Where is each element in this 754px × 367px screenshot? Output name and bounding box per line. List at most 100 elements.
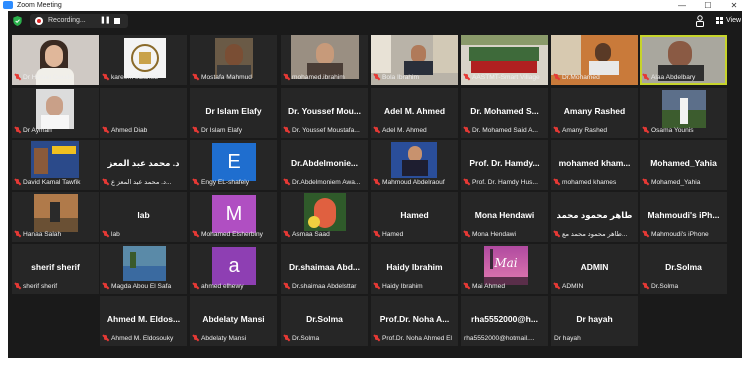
participant-name: rha5552000@hotmail.... (464, 335, 535, 342)
participant-name-bar: Prof.Dr. Noha Ahmed El ... (373, 334, 454, 344)
participant-tile-david-kamal-tawfik[interactable]: David Kamal Tawfik (12, 140, 99, 190)
participant-name: Dr Hanan Gouda (23, 74, 73, 81)
participant-tile-abdelaty-mansi[interactable]: Abdelaty Mansi Abdelaty Mansi (190, 296, 277, 346)
participant-tile-adel-m-ahmed[interactable]: Adel M. Ahmed Adel M. Ahmed (371, 88, 458, 138)
muted-mic-icon (463, 126, 471, 135)
participant-tile-mai-ahmed[interactable]: Mai Mai Ahmed (461, 244, 548, 294)
participant-name-bar: Dr Islam Elafy (192, 126, 273, 136)
participant-display-name: sherif sherif (31, 262, 80, 272)
participant-name: Dr.shaimaa Abdelsttar (292, 283, 357, 290)
participant-tile-engy-el-shafeiy[interactable]: E Engy EL-shafeiy (190, 140, 277, 190)
participant-tile-hanaa-salah[interactable]: Hanaa Salah (12, 192, 99, 242)
participant-tile-kareem-elzahed[interactable]: kareem elzahed (100, 35, 187, 85)
participant-tile-hamed[interactable]: Hamed Hamed (371, 192, 458, 242)
participant-name-bar: Adel M. Ahmed (373, 126, 454, 136)
view-button[interactable]: View (716, 14, 741, 28)
participant-tile-dr-mohamed-said-a[interactable]: Dr. Mohamed S... Dr. Mohamed Said A... (461, 88, 548, 138)
muted-mic-icon (192, 334, 200, 343)
participant-name: Asmaa Saad (292, 231, 330, 238)
participant-name-bar: Dr Hanan Gouda (14, 73, 95, 83)
participant-tile-mohamed-elsherbiny[interactable]: M Mohamed Elsherbiny (190, 192, 277, 242)
participant-tile-prof-dr-hamdy-hus[interactable]: Prof. Dr. Hamdy... Prof. Dr. Hamdy Hus... (461, 140, 548, 190)
record-icon (35, 17, 43, 25)
video-feed (308, 216, 320, 228)
participant-tile-dr-hanan-gouda[interactable]: Dr Hanan Gouda (12, 35, 99, 85)
participant-display-name: rha5552000@h... (471, 314, 538, 324)
participant-tile-dr-abdelmoniem-awa[interactable]: Dr.Abdelmonie... Dr.Abdelmoniem Awa... (281, 140, 368, 190)
participant-name: Prof.Dr. Noha Ahmed El ... (382, 335, 454, 342)
participant-tile-prof-dr-noha-ahmed-el[interactable]: Prof.Dr. Noha A... Prof.Dr. Noha Ahmed El… (371, 296, 458, 346)
participant-tile-dr-shaimaa-abdelsttar[interactable]: Dr.shaimaa Abd... Dr.shaimaa Abdelsttar (281, 244, 368, 294)
participant-tile-osama-younis[interactable]: Osama Younis (640, 88, 727, 138)
participant-tile-mona-hendawi[interactable]: Mona Hendawi Mona Hendawi (461, 192, 548, 242)
participant-tile-admin[interactable]: ADMIN ADMIN (551, 244, 638, 294)
speaker-view-person-icon[interactable] (695, 15, 705, 27)
recording-label: Recording... (48, 17, 86, 24)
participant-display-name: طاهر محمود محمد (556, 210, 633, 220)
participant-tile-ahmed-m-eldosouky[interactable]: Ahmed M. Eldos... Ahmed M. Eldosouky (100, 296, 187, 346)
participant-tile-participant[interactable]: د. محمد عبد المعز د. محمد عبد المعز ع... (100, 140, 187, 190)
participant-name-bar: Dr.Mohamed (553, 73, 634, 83)
participant-tile-dr-solma[interactable]: Dr.Solma Dr.Solma (281, 296, 368, 346)
participant-name-bar: Mostafa Mahmud (192, 73, 273, 83)
participant-tile-mohamed-yahia[interactable]: Mohamed_Yahia Mohamed_Yahia (640, 140, 727, 190)
participant-name: Mona Hendawi (472, 231, 516, 238)
minimize-button[interactable]: — (672, 0, 692, 11)
participant-name-bar: Dr. Youssef Moustafa... (283, 126, 364, 136)
pause-recording-button[interactable]: ❚❚ (100, 17, 111, 25)
participant-tile-asmaa-saad[interactable]: Asmaa Saad (281, 192, 368, 242)
participant-tile-sherif-sherif[interactable]: sherif sherif sherif sherif (12, 244, 99, 294)
participant-tile-mahmoudi-s-iphone[interactable]: Mahmoudi's iPh... Mahmoudi's iPhone (640, 192, 727, 242)
participant-name-bar: Dr. Mohamed Said A... (463, 126, 544, 136)
muted-mic-icon (283, 230, 291, 239)
video-feed (225, 44, 243, 66)
close-button[interactable]: ✕ (724, 0, 744, 11)
participant-tile-aastmt-smart-village[interactable]: AASTMT-Smart Village (461, 35, 548, 85)
participant-tile-mostafa-mahmud[interactable]: Mostafa Mahmud (190, 35, 277, 85)
participant-tile-ahmed-elhewy[interactable]: a ahmed elhewy (190, 244, 277, 294)
security-shield-icon[interactable] (13, 16, 22, 26)
muted-mic-icon (373, 334, 381, 343)
participant-display-name: Haidy Ibrahim (386, 262, 443, 272)
participant-tile-bola-ibrahim[interactable]: Bola Ibrahim (371, 35, 458, 85)
video-feed (469, 47, 539, 61)
participant-tile-dr-mohamed[interactable]: Dr.Mohamed (551, 35, 638, 85)
participant-name: ahmed elhewy (201, 283, 244, 290)
muted-mic-icon (642, 230, 650, 239)
video-feed (316, 43, 334, 65)
muted-mic-icon (192, 178, 200, 187)
participant-display-name: Dr. Youssef Mou... (288, 106, 361, 116)
participant-display-name: Dr.Solma (665, 262, 702, 272)
muted-mic-icon (283, 73, 291, 82)
participant-tile-dr-youssef-moustafa[interactable]: Dr. Youssef Mou... Dr. Youssef Moustafa..… (281, 88, 368, 138)
participant-tile-lab[interactable]: lab lab (100, 192, 187, 242)
stop-recording-button[interactable] (114, 18, 120, 24)
participant-name-bar: kareem elzahed (102, 73, 183, 83)
participant-name: Magda Abou El Safa (111, 283, 172, 290)
participant-tile-dr-islam-elafy[interactable]: Dr Islam Elafy Dr Islam Elafy (190, 88, 277, 138)
participant-name-bar: Mona Hendawi (463, 230, 544, 240)
participant-tile-ahmed-diab[interactable]: Ahmed Diab (100, 88, 187, 138)
participant-tile-rha5552000-hotmail[interactable]: rha5552000@h... rha5552000@hotmail.... (461, 296, 548, 346)
participant-tile-mohamed-ibrahim[interactable]: mohamed.ibrahim (281, 35, 368, 85)
participant-tile-mahmoud-abdelraouf[interactable]: Mahmoud Abdelraouf (371, 140, 458, 190)
muted-mic-icon (373, 230, 381, 239)
participant-name: Dr.Mohamed (562, 74, 600, 81)
participant-tile-mohamed-khames[interactable]: mohamed kham... mohamed khames (551, 140, 638, 190)
participant-tile-haidy-ibrahim[interactable]: Haidy Ibrahim Haidy Ibrahim (371, 244, 458, 294)
participant-name: Dr Ayman (23, 127, 52, 134)
participant-tile-dr-hayah[interactable]: Dr hayah Dr hayah (551, 296, 638, 346)
participant-name: Dr.Abdelmoniem Awa... (292, 179, 361, 186)
participant-tile-dr-solma[interactable]: Dr.Solma Dr.Solma (640, 244, 727, 294)
participant-name: mohamed.ibrahim (292, 74, 345, 81)
participant-tile-magda-abou-el-safa[interactable]: Magda Abou El Safa (100, 244, 187, 294)
participant-tile-alaa-abdelbary[interactable]: Alaa Abdelbary (640, 35, 727, 85)
muted-mic-icon (14, 126, 22, 135)
participant-tile-participant[interactable]: طاهر محمود محمد طاهر محمود محمد مع... (551, 192, 638, 242)
participant-tile-dr-ayman[interactable]: Dr Ayman (12, 88, 99, 138)
participant-name: Osama Younis (651, 127, 694, 134)
maximize-button[interactable]: ☐ (698, 0, 718, 11)
participant-tile-amany-rashed[interactable]: Amany Rashed Amany Rashed (551, 88, 638, 138)
participant-name-bar: Dr.Solma (283, 334, 364, 344)
muted-mic-icon (102, 126, 110, 135)
